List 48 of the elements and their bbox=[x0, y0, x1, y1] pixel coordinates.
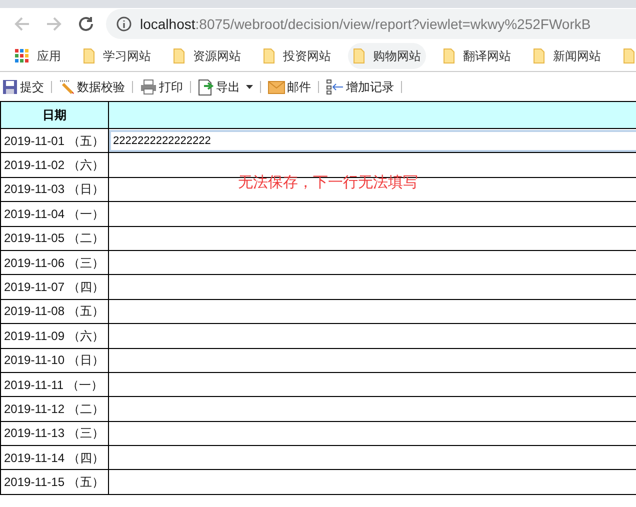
date-cell: 2019-11-06 （三） bbox=[0, 250, 108, 275]
toolbar-button[interactable]: 数据校验 bbox=[57, 78, 127, 96]
folder-icon bbox=[173, 48, 185, 64]
date-cell: 2019-11-11 （一） bbox=[0, 372, 108, 397]
bookmark-item[interactable]: 投资网站 bbox=[258, 42, 336, 68]
date-cell: 2019-11-15 （五） bbox=[0, 470, 108, 494]
date-cell: 2019-11-09 （六） bbox=[0, 324, 108, 348]
add-record-icon bbox=[326, 79, 344, 95]
toolbar-button[interactable]: 邮件 bbox=[266, 78, 313, 96]
envelope-icon bbox=[268, 80, 285, 94]
bookmark-item[interactable]: 翻译网站 bbox=[438, 42, 516, 68]
toolbar-button[interactable]: 导出 bbox=[196, 78, 255, 96]
date-cell: 2019-11-10 （日） bbox=[0, 348, 108, 372]
input-field[interactable]: 2222222222222222 bbox=[109, 130, 636, 152]
bookmark-item[interactable]: 购物网站 bbox=[348, 42, 426, 68]
date-cell: 2019-11-02 （六） bbox=[0, 152, 108, 178]
toolbar-button[interactable]: 提交 bbox=[0, 78, 46, 96]
folder-icon bbox=[83, 48, 95, 64]
folder-icon bbox=[623, 48, 635, 64]
bookmark-item[interactable]: 新闻网站 bbox=[528, 42, 606, 68]
column-header: 日期 bbox=[0, 102, 108, 128]
date-cell: 2019-11-03 （日） bbox=[0, 177, 108, 202]
toolbar-button[interactable]: 打印 bbox=[138, 78, 185, 96]
folder-icon bbox=[353, 48, 365, 64]
folder-icon bbox=[533, 48, 545, 64]
date-cell: 2019-11-01 （五） bbox=[0, 128, 108, 153]
date-cell: 2019-11-08 （五） bbox=[0, 299, 108, 324]
reload-icon[interactable] bbox=[77, 15, 95, 33]
annotation-text: 无法保存，下一行无法填写 bbox=[238, 173, 418, 193]
pencil-ruler-icon bbox=[59, 79, 75, 95]
date-cell: 2019-11-12 （二） bbox=[0, 396, 108, 422]
export-document-icon bbox=[198, 78, 214, 96]
date-cell: 2019-11-05 （二） bbox=[0, 226, 108, 250]
date-cell: 2019-11-13 （三） bbox=[0, 421, 108, 446]
toolbar-button[interactable]: 增加记录 bbox=[324, 78, 396, 96]
bookmark-item[interactable]: 应用 bbox=[10, 42, 66, 68]
bookmark-item[interactable]: 学习网站 bbox=[78, 42, 156, 68]
apps-grid-icon bbox=[15, 48, 29, 62]
printer-icon bbox=[140, 79, 157, 95]
folder-icon bbox=[443, 48, 455, 64]
info-icon bbox=[116, 16, 132, 32]
bookmark-item[interactable]: 资源网站 bbox=[168, 42, 246, 68]
date-cell: 2019-11-07 （四） bbox=[0, 274, 108, 300]
folder-icon bbox=[263, 48, 275, 64]
address-bar[interactable]: localhost:8075/webroot/decision/view/report?viewlet=wkwy%252FWorkB bbox=[106, 9, 636, 39]
url-text: localhost:8075/webroot/decision/view/report?viewlet=wkwy%252FWorkB bbox=[140, 16, 591, 32]
date-cell: 2019-11-04 （一） bbox=[0, 202, 108, 226]
date-cell: 2019-11-14 （四） bbox=[0, 446, 108, 470]
